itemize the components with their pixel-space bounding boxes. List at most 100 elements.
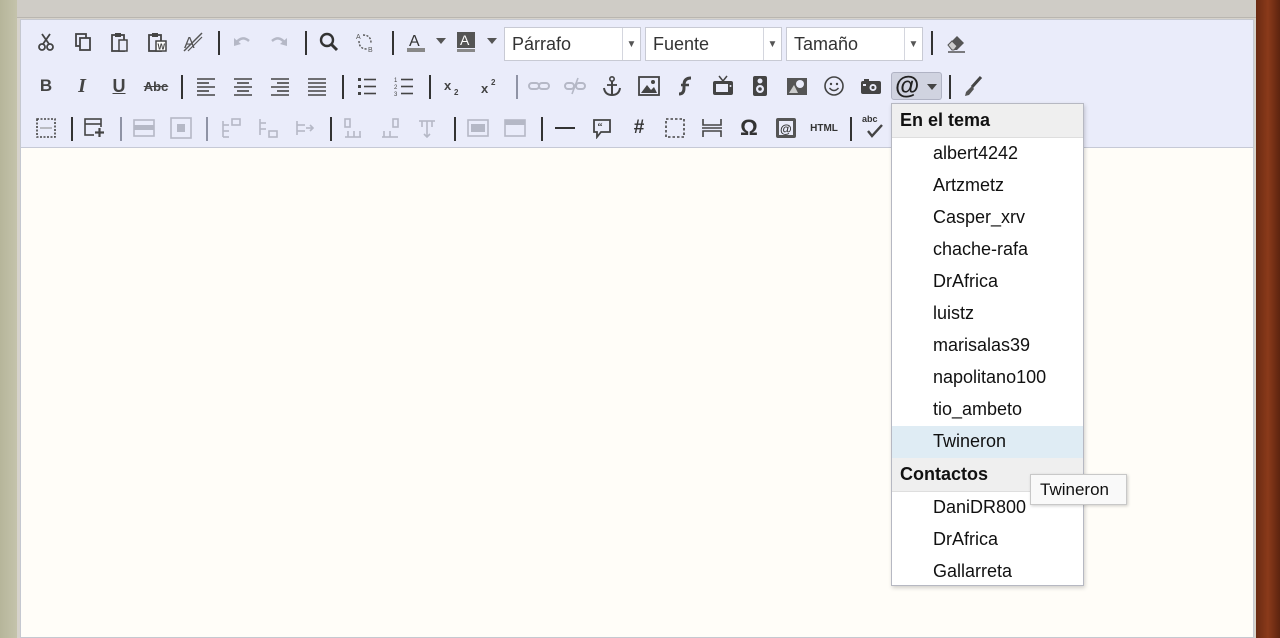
background-color-icon: A	[457, 32, 475, 52]
toolbar-separator	[541, 117, 543, 141]
row-delete-icon	[296, 121, 315, 135]
horizontal-rule-button[interactable]	[551, 114, 579, 142]
toolbar-row-1: W A AB A A Párrafo ▼ Fuente ▼ Tamaño ▼	[21, 24, 1253, 61]
split-cells-button[interactable]	[501, 114, 529, 142]
menu-section-header: En el tema	[892, 104, 1083, 138]
background-color-dropdown-arrow[interactable]	[487, 38, 497, 44]
numbered-list-button[interactable]: 123	[390, 72, 418, 100]
page-break-icon	[702, 119, 722, 137]
menu-item[interactable]: Artzmetz	[892, 170, 1083, 202]
underline-button[interactable]: U	[107, 72, 131, 100]
menu-item[interactable]: marisalas39	[892, 330, 1083, 362]
menu-item[interactable]: Gallarreta	[892, 556, 1083, 585]
menu-item[interactable]: DrAfrica	[892, 524, 1083, 556]
bold-button[interactable]: B	[34, 72, 58, 100]
svg-text:A: A	[460, 32, 470, 48]
menu-item[interactable]: albert4242	[892, 138, 1083, 170]
smiley-icon	[824, 76, 844, 96]
insert-emoticon-button[interactable]	[820, 72, 848, 100]
redo-button[interactable]	[265, 28, 293, 56]
align-right-button[interactable]	[266, 72, 294, 100]
justify-button[interactable]	[303, 72, 331, 100]
merge-cells-button[interactable]	[464, 114, 492, 142]
toolbar-separator	[392, 31, 394, 55]
anchor-button[interactable]	[598, 72, 626, 100]
page-break-button[interactable]	[698, 114, 726, 142]
redo-icon	[271, 37, 287, 46]
chevron-down-icon: ▼	[763, 28, 781, 60]
font-family-select[interactable]: Fuente ▼	[645, 27, 782, 61]
menu-item[interactable]: tio_ambeto	[892, 394, 1083, 426]
svg-text:2: 2	[454, 88, 459, 97]
insert-col-after-button[interactable]	[376, 114, 404, 142]
text-color-icon: A	[407, 33, 425, 52]
undo-button[interactable]	[228, 28, 256, 56]
blockquote-button[interactable]: “	[588, 114, 616, 142]
spellcheck-button[interactable]: abc	[859, 114, 887, 142]
html-source-button[interactable]: HTML	[807, 114, 841, 142]
align-left-button[interactable]	[192, 72, 220, 100]
insert-flash-button[interactable]	[672, 72, 700, 100]
delete-col-button[interactable]	[413, 114, 441, 142]
bullet-list-button[interactable]	[353, 72, 381, 100]
eraser-button[interactable]	[942, 28, 970, 56]
search-button[interactable]	[315, 28, 343, 56]
menu-item-hovered[interactable]: Twineron	[892, 426, 1083, 458]
replace-button[interactable]: AB	[351, 28, 379, 56]
insert-table-button[interactable]	[81, 114, 109, 142]
insert-mention-box-button[interactable]: @	[772, 114, 800, 142]
insert-image-button[interactable]	[635, 72, 663, 100]
paragraph-format-select[interactable]: Párrafo ▼	[504, 27, 641, 61]
align-center-button[interactable]	[229, 72, 257, 100]
remove-format-button[interactable]: A	[179, 28, 207, 56]
split-cells-icon	[504, 119, 526, 137]
background-color-button[interactable]: A	[452, 28, 480, 56]
show-blocks-button[interactable]	[32, 114, 60, 142]
hover-tooltip: Twineron	[1030, 474, 1127, 505]
clear-formatting-icon: A	[183, 32, 203, 52]
insert-map-button[interactable]	[783, 72, 811, 100]
insert-div-button[interactable]	[661, 114, 689, 142]
chevron-down-icon: ▼	[622, 28, 640, 60]
text-color-button[interactable]: A	[402, 28, 430, 56]
toolbar-separator	[218, 31, 220, 55]
font-size-select[interactable]: Tamaño ▼	[786, 27, 923, 61]
horizontal-rule-icon	[555, 127, 575, 129]
toolbar-separator	[120, 117, 122, 141]
insert-col-before-button[interactable]	[339, 114, 367, 142]
copy-icon	[75, 33, 91, 51]
toolbar-separator	[454, 117, 456, 141]
svg-text:x: x	[481, 81, 489, 96]
align-left-icon	[197, 78, 215, 96]
copy-button[interactable]	[69, 28, 97, 56]
text-color-dropdown-arrow[interactable]	[436, 38, 446, 44]
subscript-button[interactable]: x2	[439, 72, 467, 100]
insert-row-before-button[interactable]	[216, 114, 244, 142]
menu-item[interactable]: chache-rafa	[892, 234, 1083, 266]
insert-audio-button[interactable]	[746, 72, 774, 100]
spellcheck-label: abc	[862, 114, 878, 124]
insert-video-button[interactable]	[709, 72, 737, 100]
mention-dropdown-menu: En el tema albert4242 Artzmetz Casper_xr…	[891, 103, 1084, 586]
hashtag-button[interactable]: #	[625, 114, 653, 142]
menu-item[interactable]: Casper_xrv	[892, 202, 1083, 234]
mention-button[interactable]: @	[891, 72, 942, 100]
cut-button[interactable]	[32, 28, 60, 56]
menu-item[interactable]: luistz	[892, 298, 1083, 330]
menu-item[interactable]: DrAfrica	[892, 266, 1083, 298]
paste-button[interactable]	[105, 28, 133, 56]
special-character-button[interactable]: Ω	[735, 114, 763, 142]
format-painter-button[interactable]	[959, 72, 987, 100]
insert-link-button[interactable]	[525, 72, 553, 100]
table-cell-button[interactable]	[167, 114, 195, 142]
strikethrough-button[interactable]: Abc	[141, 72, 171, 100]
italic-button[interactable]: I	[70, 72, 94, 100]
unlink-button[interactable]	[561, 72, 589, 100]
table-row-button[interactable]	[130, 114, 158, 142]
menu-item[interactable]: napolitano100	[892, 362, 1083, 394]
delete-row-button[interactable]	[290, 114, 318, 142]
insert-row-after-button[interactable]	[253, 114, 281, 142]
paste-word-button[interactable]: W	[143, 28, 171, 56]
insert-photo-button[interactable]	[857, 72, 885, 100]
superscript-button[interactable]: x2	[476, 72, 504, 100]
